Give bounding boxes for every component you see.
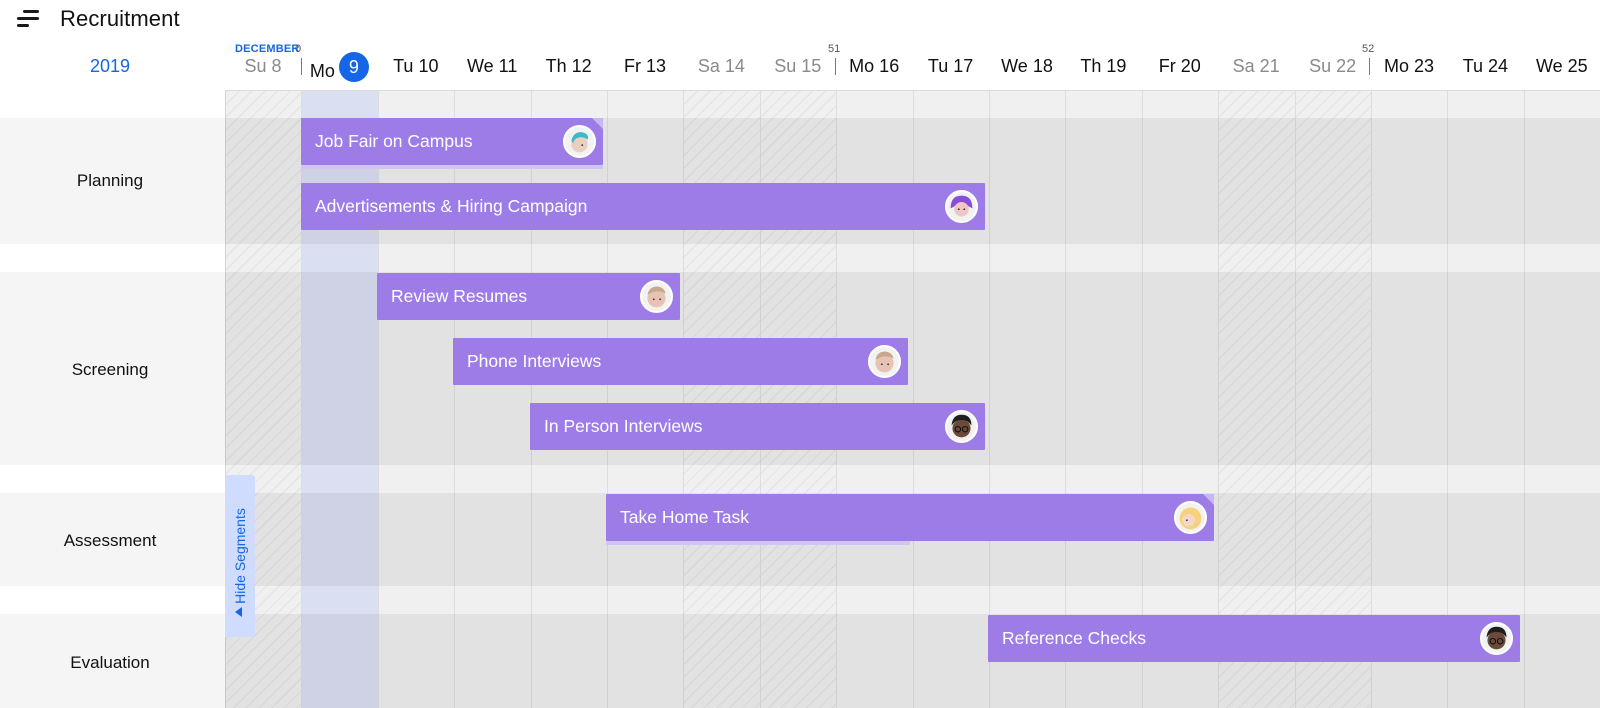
avatar[interactable] [945,410,978,443]
avatar[interactable] [945,190,978,223]
task-bar[interactable]: Take Home Task [606,494,1214,545]
task-label: Take Home Task [620,507,750,527]
task-corner [592,118,603,129]
year-label[interactable]: 2019 [0,56,220,77]
day-header[interactable]: Th 12 [531,56,607,77]
day-column [1525,91,1600,708]
avatar[interactable] [1174,501,1207,534]
day-header[interactable]: Fr 13 [607,56,683,77]
day-header[interactable]: Mo 23 [1371,56,1447,77]
task-progress [606,541,910,545]
day-header[interactable]: Su 22 [1295,56,1371,77]
task-bar[interactable]: In Person Interviews [530,403,985,450]
day-header-label: Mo [309,61,335,81]
task-corner [1203,494,1214,505]
week-number: 52 [1362,43,1375,55]
task-bar[interactable]: Reference Checks [988,615,1520,662]
row-label-screening: Screening [71,360,149,379]
task-bar[interactable]: Job Fair on Campus [301,118,603,169]
day-header[interactable]: Su 15 [760,56,836,77]
row-label-assessment: Assessment [63,531,157,550]
task-label: Reference Checks [1002,628,1146,648]
day-header[interactable]: Mo 16 [836,56,912,77]
week-number: 0 [295,43,302,55]
task-label: In Person Interviews [544,416,703,436]
day-header[interactable]: Fr 20 [1142,56,1218,77]
top-bar: Recruitment [0,0,1600,40]
week-number: 51 [828,43,841,55]
day-header[interactable]: Tu 24 [1447,56,1523,77]
triangle-left-icon [235,607,242,617]
task-bar[interactable]: Review Resumes [377,273,680,320]
task-label: Advertisements & Hiring Campaign [315,196,588,216]
avatar[interactable] [1480,622,1513,655]
task-label: Job Fair on Campus [315,131,473,151]
avatar[interactable] [868,345,901,378]
day-header[interactable]: Mo 9 [301,52,377,86]
hide-segments-label: Hide Segments [232,508,248,604]
day-header[interactable]: Tu 10 [378,56,454,77]
day-header[interactable]: We 18 [989,56,1065,77]
day-header[interactable]: Su 8 [225,56,301,77]
day-header[interactable]: Sa 21 [1218,56,1294,77]
avatar[interactable] [563,125,596,158]
task-progress [301,165,603,169]
month-label: DECEMBER [235,43,300,55]
avatar[interactable] [640,280,673,313]
task-bar[interactable]: Advertisements & Hiring Campaign [301,183,985,230]
task-label: Review Resumes [391,286,528,306]
menu-icon[interactable] [17,10,39,28]
day-header[interactable]: Th 19 [1065,56,1141,77]
day-header[interactable]: Tu 17 [913,56,989,77]
task-label: Phone Interviews [467,351,602,371]
day-header[interactable]: We 11 [454,56,530,77]
day-header[interactable]: We 25 [1524,56,1600,77]
page-title: Recruitment [60,6,180,31]
row-label-planning: Planning [76,171,144,190]
day-header[interactable]: Sa 14 [683,56,759,77]
task-bar[interactable]: Phone Interviews [453,338,908,385]
today-indicator: 9 [338,52,369,82]
row-label-evaluation: Evaluation [70,653,150,672]
hide-segments-button[interactable]: Hide Segments [225,475,255,637]
